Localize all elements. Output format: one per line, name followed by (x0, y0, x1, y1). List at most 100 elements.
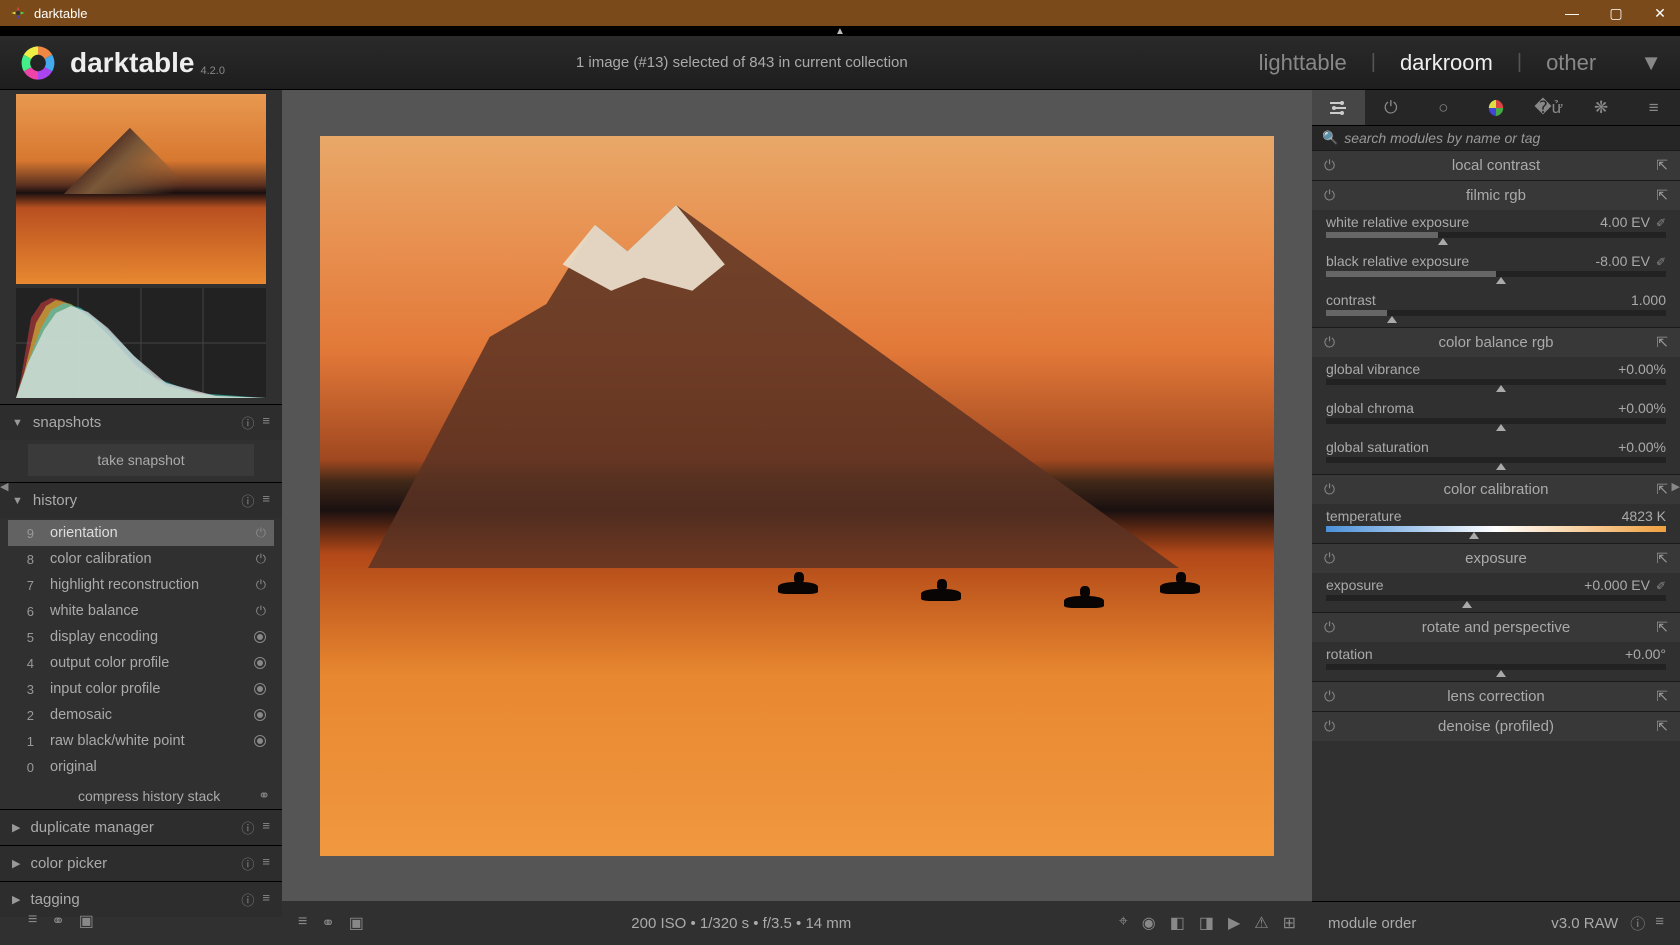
history-item[interactable]: 9orientation⏻ (8, 520, 274, 546)
history-item[interactable]: 0original (8, 754, 274, 780)
display-icon[interactable]: ▣ (349, 913, 364, 933)
iso-icon[interactable]: ◉ (1142, 913, 1156, 933)
take-snapshot-button[interactable]: take snapshot (28, 444, 254, 476)
eyedropper-icon[interactable]: ✐ (1656, 216, 1666, 230)
histogram[interactable] (16, 288, 266, 398)
eyedropper-icon[interactable]: ✐ (1656, 579, 1666, 593)
history-item[interactable]: 3input color profile (8, 676, 274, 702)
power-icon[interactable]: ⏻ (1324, 688, 1344, 705)
presets-icon[interactable]: ≡ (262, 854, 270, 873)
power-icon[interactable]: ⏻ (1324, 334, 1344, 351)
slider-global-saturation[interactable]: global saturation+0.00% (1312, 435, 1680, 474)
presets-icon[interactable]: ≡ (262, 491, 270, 510)
module-order-footer[interactable]: module order v3.0 RAW ⓘ≡ (1312, 901, 1680, 945)
module-rotate-perspective[interactable]: ⏻ rotate and perspective ⇱ (1312, 613, 1680, 642)
module-color-balance-rgb[interactable]: ⏻ color balance rgb ⇱ (1312, 328, 1680, 357)
styles-icon[interactable]: ⚭ (258, 787, 270, 804)
slider-white-exposure[interactable]: white relative exposure4.00 EV✐ (1312, 210, 1680, 249)
nav-other[interactable]: other (1546, 50, 1596, 76)
reset-icon[interactable]: ⓘ (241, 890, 254, 909)
module-filmic-rgb[interactable]: ⏻ filmic rgb ⇱ (1312, 181, 1680, 210)
snapshots-header[interactable]: ▼ snapshots ⓘ≡ (0, 405, 282, 440)
module-denoise-profiled[interactable]: ⏻ denoise (profiled) ⇱ (1312, 712, 1680, 741)
reset-icon[interactable]: ⓘ (241, 491, 254, 510)
tab-color[interactable] (1470, 90, 1523, 125)
power-icon[interactable]: ⏻ (1324, 187, 1344, 204)
tab-base[interactable]: ○ (1417, 90, 1470, 125)
tab-quick-access[interactable] (1312, 90, 1365, 125)
navigation-preview[interactable] (16, 94, 266, 284)
history-item[interactable]: 2demosaic (8, 702, 274, 728)
presets-icon[interactable]: ≡ (262, 890, 270, 909)
module-search[interactable]: 🔍 search modules by name or tag (1312, 126, 1680, 150)
history-item[interactable]: 7highlight reconstruction⏻ (8, 572, 274, 598)
reset-icon[interactable]: ⓘ (241, 854, 254, 873)
module-color-calibration[interactable]: ⏻ color calibration ⇱ (1312, 475, 1680, 504)
maximize-button[interactable]: ▢ (1606, 5, 1626, 22)
module-lens-correction[interactable]: ⏻ lens correction ⇱ (1312, 682, 1680, 711)
module-local-contrast[interactable]: ⏻ local contrast ⇱ (1312, 151, 1680, 180)
nav-darkroom[interactable]: darkroom (1400, 50, 1493, 76)
presets-icon[interactable]: ≡ (262, 818, 270, 837)
eyedropper-icon[interactable]: ✐ (1656, 255, 1666, 269)
tab-correct[interactable]: �ử (1522, 90, 1575, 125)
right-panel-collapse[interactable]: ▶ (1672, 480, 1680, 493)
expand-icon[interactable]: ⇱ (1648, 688, 1668, 705)
second-window-icon[interactable]: ▣ (79, 911, 94, 931)
softproof-icon[interactable]: ▶ (1228, 913, 1240, 933)
focus-peaking-icon[interactable]: ⌖ (1119, 913, 1128, 933)
compress-history-button[interactable]: compress history stack ⚭ (0, 782, 282, 809)
nav-dropdown-icon[interactable]: ▼ (1640, 50, 1662, 76)
gamut-icon[interactable]: ⚠ (1254, 913, 1268, 933)
tab-menu[interactable]: ≡ (1627, 90, 1680, 125)
expand-icon[interactable]: ⇱ (1648, 187, 1668, 204)
power-icon[interactable]: ⏻ (1324, 619, 1344, 636)
slider-global-vibrance[interactable]: global vibrance+0.00% (1312, 357, 1680, 396)
expand-icon[interactable]: ⇱ (1648, 718, 1668, 735)
tab-effect[interactable]: ❋ (1575, 90, 1628, 125)
module-exposure[interactable]: ⏻ exposure ⇱ (1312, 544, 1680, 573)
power-icon[interactable]: ⏻ (1324, 718, 1344, 735)
guides-icon[interactable]: ⊞ (1283, 913, 1296, 933)
image-canvas[interactable] (320, 136, 1274, 856)
raw-overexposed-icon[interactable]: ◨ (1199, 913, 1214, 933)
power-icon[interactable]: ⏻ (256, 603, 266, 619)
expand-icon[interactable]: ⇱ (1648, 157, 1668, 174)
minimize-button[interactable]: — (1562, 5, 1582, 22)
slider-exposure[interactable]: exposure+0.000 EV✐ (1312, 573, 1680, 612)
history-item[interactable]: 4output color profile (8, 650, 274, 676)
expand-icon[interactable]: ⇱ (1648, 619, 1668, 636)
history-item[interactable]: 8color calibration⏻ (8, 546, 274, 572)
power-icon[interactable]: ⏻ (1324, 157, 1344, 174)
styles-icon[interactable]: ⚭ (321, 913, 334, 933)
presets-icon[interactable]: ≡ (298, 913, 307, 933)
styles-icon[interactable]: ⚭ (51, 911, 64, 931)
history-item[interactable]: 6white balance⏻ (8, 598, 274, 624)
reset-icon[interactable]: ⓘ (1630, 913, 1645, 934)
slider-temperature[interactable]: temperature4823 K (1312, 504, 1680, 543)
top-panel-toggle[interactable]: ▲ (0, 26, 1680, 36)
expand-icon[interactable]: ⇱ (1648, 334, 1668, 351)
history-item[interactable]: 5display encoding (8, 624, 274, 650)
slider-black-exposure[interactable]: black relative exposure-8.00 EV✐ (1312, 249, 1680, 288)
tab-active[interactable]: ⏻ (1365, 90, 1418, 125)
history-header[interactable]: ▼ history ⓘ≡ (0, 483, 282, 518)
expand-icon[interactable]: ⇱ (1648, 550, 1668, 567)
duplicate-manager-header[interactable]: ▶ duplicate manager ⓘ≡ (0, 810, 282, 845)
quick-access-icon[interactable]: ≡ (28, 911, 37, 931)
power-icon[interactable]: ⏻ (1324, 481, 1344, 498)
power-icon[interactable]: ⏻ (1324, 550, 1344, 567)
reset-icon[interactable]: ⓘ (241, 818, 254, 837)
expand-icon[interactable]: ⇱ (1648, 481, 1668, 498)
slider-rotation[interactable]: rotation+0.00° (1312, 642, 1680, 681)
power-icon[interactable]: ⏻ (256, 551, 266, 567)
color-picker-header[interactable]: ▶ color picker ⓘ≡ (0, 846, 282, 881)
power-icon[interactable]: ⏻ (256, 577, 266, 593)
close-button[interactable]: ✕ (1650, 5, 1670, 22)
history-item[interactable]: 1raw black/white point (8, 728, 274, 754)
overexposed-icon[interactable]: ◧ (1170, 913, 1185, 933)
power-icon[interactable]: ⏻ (256, 525, 266, 541)
presets-icon[interactable]: ≡ (262, 413, 270, 432)
slider-contrast[interactable]: contrast1.000 (1312, 288, 1680, 327)
presets-icon[interactable]: ≡ (1655, 913, 1664, 934)
